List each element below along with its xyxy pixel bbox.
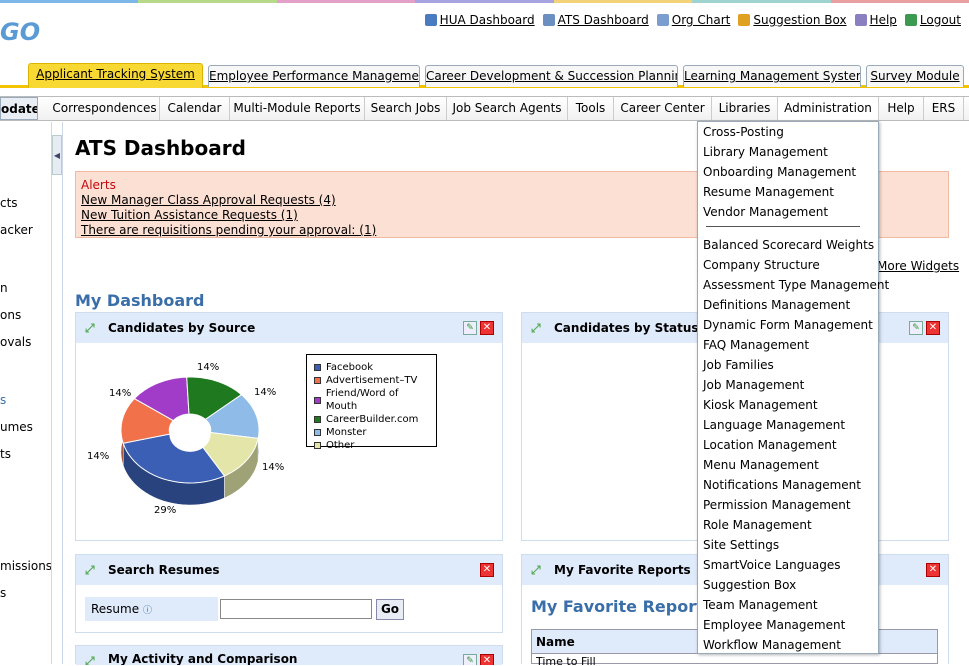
legend-item: CareerBuilder.com xyxy=(314,413,429,426)
menu-item-location-management[interactable]: Location Management xyxy=(703,438,837,452)
menu-item-role-management[interactable]: Role Management xyxy=(703,518,812,532)
legend-label: Facebook xyxy=(326,362,373,373)
menu-item-suggestion-box[interactable]: Suggestion Box xyxy=(703,578,796,592)
close-icon[interactable]: ✕ xyxy=(480,654,494,665)
legend-swatch xyxy=(314,442,321,449)
menu-item-vendor-management[interactable]: Vendor Management xyxy=(703,205,828,219)
chart-legend: Facebook Advertisement–TV Friend/Word of M… xyxy=(306,354,437,451)
widget-header: ⤢ My Activity and Comparison ✎ ✕ xyxy=(76,646,502,665)
menu-item-balanced-scorecard-weights[interactable]: Balanced Scorecard Weights xyxy=(703,238,874,252)
menu-item-cross-posting[interactable]: Cross-Posting xyxy=(703,125,784,139)
info-icon[interactable]: ⓘ xyxy=(143,606,152,616)
legend-item: Advertisement–TV xyxy=(314,374,429,387)
legend-swatch xyxy=(314,416,321,423)
resume-search-input[interactable] xyxy=(220,599,372,619)
edit-icon[interactable]: ✎ xyxy=(909,321,923,335)
data-label: 29% xyxy=(154,505,176,516)
menu-item-employee-management[interactable]: Employee Management xyxy=(703,618,845,632)
favorite-reports-title: My Favorite Reports xyxy=(531,597,714,616)
menu-item-onboarding-management[interactable]: Onboarding Management xyxy=(703,165,856,179)
menu-item-kiosk-management[interactable]: Kiosk Management xyxy=(703,398,818,412)
widget-title: Candidates by Status xyxy=(554,321,699,335)
expand-icon[interactable]: ⤢ xyxy=(531,563,547,577)
data-label: 14% xyxy=(254,387,276,398)
menu-item-permission-management[interactable]: Permission Management xyxy=(703,498,851,512)
menu-item-assessment-type-management[interactable]: Assessment Type Management xyxy=(703,278,889,292)
data-label: 14% xyxy=(262,462,284,473)
expand-icon[interactable]: ⤢ xyxy=(531,321,547,335)
legend-item: Other xyxy=(314,439,429,452)
menu-item-resume-management[interactable]: Resume Management xyxy=(703,185,834,199)
legend-label: CareerBuilder.com xyxy=(326,414,419,425)
menu-item-menu-management[interactable]: Menu Management xyxy=(703,458,819,472)
menu-item-smartvoice-languages[interactable]: SmartVoice Languages xyxy=(703,558,841,572)
expand-icon[interactable]: ⤢ xyxy=(85,563,101,577)
data-label: 14% xyxy=(109,388,131,399)
close-icon[interactable]: ✕ xyxy=(926,321,940,335)
menu-item-language-management[interactable]: Language Management xyxy=(703,418,845,432)
menu-item-notifications-management[interactable]: Notifications Management xyxy=(703,478,861,492)
menu-item-job-management[interactable]: Job Management xyxy=(703,378,804,392)
data-label: 14% xyxy=(87,451,109,462)
menu-item-team-management[interactable]: Team Management xyxy=(703,598,818,612)
menu-item-site-settings[interactable]: Site Settings xyxy=(703,538,779,552)
close-icon[interactable]: ✕ xyxy=(926,563,940,577)
legend-item: Friend/Word of Mouth xyxy=(314,387,429,413)
donut-hole xyxy=(169,416,211,452)
legend-swatch xyxy=(314,429,321,436)
close-icon[interactable]: ✕ xyxy=(480,563,494,577)
legend-swatch xyxy=(314,377,321,384)
edit-icon[interactable]: ✎ xyxy=(463,654,477,665)
legend-label: Other xyxy=(326,440,355,451)
widget-header: ⤢ Search Resumes ✕ xyxy=(76,555,502,585)
expand-icon[interactable]: ⤢ xyxy=(85,654,101,665)
menu-item-workflow-management[interactable]: Workflow Management xyxy=(703,638,841,652)
menu-item-job-families[interactable]: Job Families xyxy=(703,358,774,372)
widget-title: Search Resumes xyxy=(108,563,220,577)
menu-item-library-management[interactable]: Library Management xyxy=(703,145,828,159)
legend-item: Monster xyxy=(314,426,429,439)
legend-item: Facebook xyxy=(314,361,429,374)
resume-label: Resume ⓘ xyxy=(85,597,218,621)
widget-activity-comparison: ⤢ My Activity and Comparison ✎ ✕ xyxy=(75,645,503,665)
menu-item-definitions-management[interactable]: Definitions Management xyxy=(703,298,850,312)
go-button[interactable]: Go xyxy=(376,599,404,620)
menu-item-company-structure[interactable]: Company Structure xyxy=(703,258,820,272)
administration-dropdown-menu: Cross-Posting Library Management Onboardin… xyxy=(697,121,889,654)
legend-label: Advertisement–TV xyxy=(326,375,418,386)
table-row[interactable]: Time to Fill xyxy=(532,654,937,666)
data-label: 14% xyxy=(197,362,219,373)
menu-separator xyxy=(706,226,860,227)
menu-item-faq-management[interactable]: FAQ Management xyxy=(703,338,809,352)
legend-swatch xyxy=(314,364,321,371)
legend-label: Monster xyxy=(326,427,367,438)
menu-item-dynamic-form-management[interactable]: Dynamic Form Management xyxy=(703,318,873,332)
widget-title: My Favorite Reports xyxy=(554,563,691,577)
widget-search-resumes: ⤢ Search Resumes ✕ xyxy=(75,554,503,633)
legend-swatch xyxy=(314,396,321,404)
widget-title: My Activity and Comparison xyxy=(108,652,298,665)
legend-label: Friend/Word of Mouth xyxy=(325,388,399,412)
